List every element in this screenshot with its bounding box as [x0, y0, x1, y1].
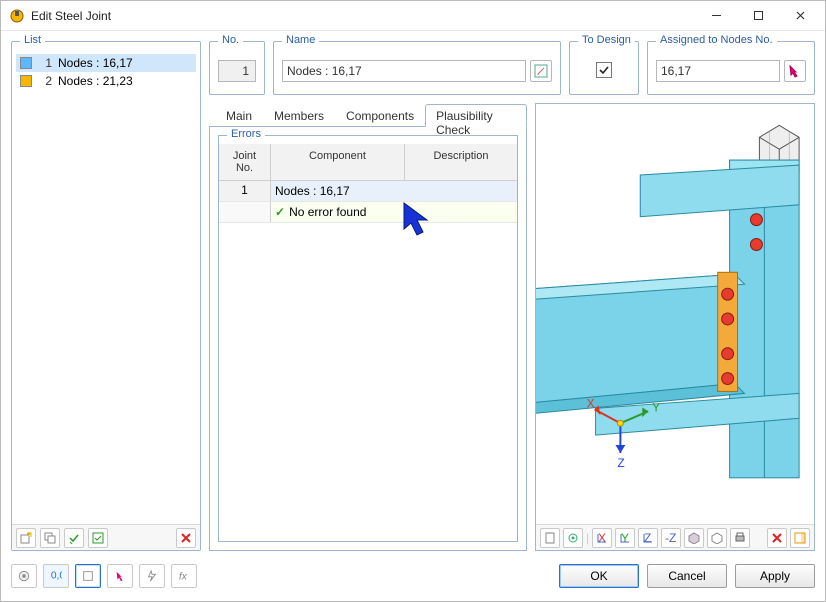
new-item-button[interactable] [16, 528, 36, 548]
delete-item-button[interactable] [176, 528, 196, 548]
close-button[interactable] [779, 2, 821, 30]
box-tool-button[interactable] [75, 564, 101, 588]
expand-button[interactable] [790, 528, 810, 548]
name-panel: Name Nodes : 16,17 [273, 41, 561, 95]
isometric-button[interactable] [684, 528, 704, 548]
svg-text:-Z: -Z [665, 532, 676, 544]
color-swatch-icon [20, 75, 32, 87]
help-button[interactable] [11, 564, 37, 588]
grid-row[interactable]: 1 Nodes : 16,17 [219, 181, 517, 202]
col-component: Component [271, 144, 405, 180]
list-item[interactable]: 2 Nodes : 21,23 [16, 72, 196, 90]
deselect-all-button[interactable] [88, 528, 108, 548]
preview-canvas[interactable]: X Y Z [536, 104, 814, 524]
list-item-index: 2 [38, 74, 52, 88]
grid-header: Joint No. Component Description [219, 144, 517, 181]
errors-label: Errors [227, 128, 265, 140]
view-y-button[interactable]: Y [615, 528, 635, 548]
tab-components[interactable]: Components [335, 104, 425, 127]
grid-row[interactable]: ✓No error found [219, 202, 517, 223]
name-field[interactable]: Nodes : 16,17 [282, 60, 526, 82]
maximize-button[interactable] [737, 2, 779, 30]
cancel-button[interactable]: Cancel [647, 564, 727, 588]
tab-members[interactable]: Members [263, 104, 335, 127]
svg-text:0,00: 0,00 [51, 571, 62, 582]
tabstrip: Main Members Components Plausibility Che… [209, 103, 527, 127]
list-item[interactable]: 1 Nodes : 16,17 [16, 54, 196, 72]
lightning-button[interactable] [139, 564, 165, 588]
todesign-panel: To Design [569, 41, 639, 95]
cell-jointno [219, 202, 271, 222]
view-settings-button[interactable] [563, 528, 583, 548]
color-swatch-icon [20, 57, 32, 69]
joint-3d-icon: X Y Z [536, 104, 814, 524]
app-icon [9, 8, 25, 24]
print-button[interactable] [730, 528, 750, 548]
list-item-text: Nodes : 21,23 [58, 74, 133, 88]
preview-toolbar: | X Y Z -Z [536, 524, 814, 550]
no-panel: No. 1 [209, 41, 265, 95]
list-toolbar [12, 524, 200, 550]
dialog-bottom: 0,00 fx OK Cancel Apply [11, 561, 815, 591]
wireframe-button[interactable] [707, 528, 727, 548]
list-item-index: 1 [38, 56, 52, 70]
units-button[interactable]: 0,00 [43, 564, 69, 588]
svg-text:fx: fx [179, 571, 188, 582]
svg-text:Y: Y [652, 400, 660, 414]
col-description: Description [405, 144, 517, 180]
tab-body: Errors Joint No. Component Description 1… [209, 127, 527, 551]
list-body[interactable]: 1 Nodes : 16,17 2 Nodes : 21,23 [12, 48, 200, 524]
svg-text:Z: Z [617, 456, 624, 470]
pick-tool-button[interactable] [107, 564, 133, 588]
view-z-button[interactable]: Z [638, 528, 658, 548]
titlebar: Edit Steel Joint [1, 1, 825, 31]
cell-component: ✓No error found [271, 202, 404, 222]
name-label: Name [282, 34, 319, 46]
todesign-checkbox[interactable] [596, 62, 612, 78]
cell-description [404, 202, 517, 222]
assigned-panel: Assigned to Nodes No. 16,17 [647, 41, 815, 95]
edit-name-button[interactable] [530, 60, 552, 82]
no-field: 1 [218, 60, 256, 82]
tab-main[interactable]: Main [215, 104, 263, 127]
check-icon: ✓ [275, 205, 285, 219]
assigned-field[interactable]: 16,17 [656, 60, 780, 82]
ok-button[interactable]: OK [559, 564, 639, 588]
pick-nodes-button[interactable] [784, 60, 806, 82]
todesign-label: To Design [578, 34, 635, 46]
no-label: No. [218, 34, 243, 46]
copy-item-button[interactable] [40, 528, 60, 548]
preview-panel: X Y Z | X Y Z -Z [535, 103, 815, 551]
window-title: Edit Steel Joint [31, 9, 695, 23]
list-label: List [20, 34, 45, 46]
tab-plausibility[interactable]: Plausibility Check [425, 104, 527, 127]
cell-description [404, 181, 517, 201]
delete-button[interactable] [767, 528, 787, 548]
svg-text:X: X [587, 396, 595, 410]
assigned-label: Assigned to Nodes No. [656, 34, 777, 46]
list-panel: List 1 Nodes : 16,17 2 Nodes : 21,23 [11, 41, 201, 551]
fx-button[interactable]: fx [171, 564, 197, 588]
view-x-button[interactable]: X [592, 528, 612, 548]
view-neg-z-button[interactable]: -Z [661, 528, 681, 548]
cell-component: Nodes : 16,17 [271, 181, 404, 201]
select-all-button[interactable] [64, 528, 84, 548]
list-item-text: Nodes : 16,17 [58, 56, 133, 70]
errors-panel: Errors Joint No. Component Description 1… [218, 135, 518, 542]
cell-jointno: 1 [219, 181, 271, 201]
minimize-button[interactable] [695, 2, 737, 30]
clipboard-button[interactable] [540, 528, 560, 548]
col-joint-no: Joint No. [219, 144, 271, 180]
apply-button[interactable]: Apply [735, 564, 815, 588]
